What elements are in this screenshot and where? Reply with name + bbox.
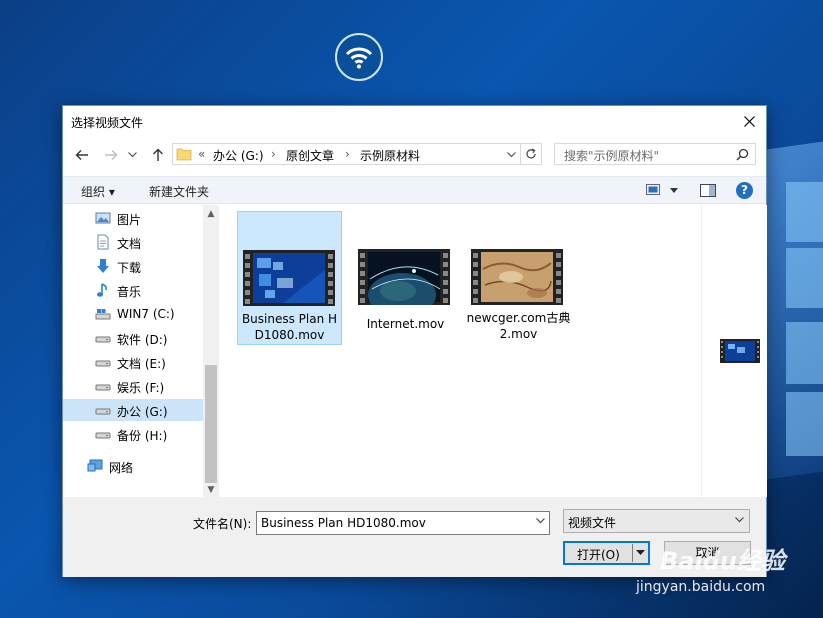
documents-icon bbox=[97, 234, 109, 250]
scroll-up-arrow-icon[interactable]: ▲ bbox=[206, 209, 216, 219]
dialog-title: 选择视频文件 bbox=[71, 116, 144, 130]
view-icon bbox=[646, 184, 660, 195]
filename-field[interactable]: Business Plan HD1080.mov bbox=[256, 511, 550, 535]
navigation-pane: 图片 文档 下载 音乐 WIN7 (C:) 软件 (D:) 文档 (E:) 娱乐… bbox=[63, 205, 219, 497]
address-overflow[interactable]: « bbox=[198, 147, 205, 161]
drive-icon bbox=[95, 408, 111, 415]
system-drive-icon bbox=[95, 309, 111, 320]
arrow-left-icon bbox=[75, 150, 88, 160]
search-box[interactable]: 搜索"示例原材料" bbox=[554, 143, 756, 165]
search-input[interactable]: 搜索"示例原材料" bbox=[564, 147, 659, 164]
file-item[interactable]: Business Plan HD1080.mov bbox=[237, 211, 342, 345]
caret-down-icon bbox=[670, 188, 678, 193]
filename-label: 文件名(N): bbox=[193, 517, 252, 531]
help-icon[interactable]: ? bbox=[736, 182, 753, 199]
file-item[interactable]: newcger.com古典2.mov bbox=[466, 211, 571, 345]
new-folder-button[interactable]: 新建文件夹 bbox=[149, 183, 209, 200]
breadcrumb-current[interactable]: 示例原材料 bbox=[360, 147, 420, 164]
scroll-down-arrow-icon[interactable]: ▼ bbox=[206, 485, 216, 495]
search-icon[interactable] bbox=[736, 148, 749, 161]
sidebar-item-drive-d[interactable]: 软件 (D:) bbox=[63, 327, 203, 349]
drive-icon bbox=[95, 384, 111, 391]
file-item[interactable]: Internet.mov bbox=[353, 211, 458, 345]
chevron-down-icon bbox=[127, 152, 137, 158]
sidebar-item-drive-h[interactable]: 备份 (H:) bbox=[63, 423, 203, 445]
preview-thumbnail bbox=[720, 339, 760, 363]
preview-pane-icon[interactable] bbox=[700, 184, 716, 197]
up-button[interactable] bbox=[148, 146, 168, 164]
sidebar-item-drive-g[interactable]: 办公 (G:) bbox=[63, 399, 203, 421]
drive-icon bbox=[95, 432, 111, 439]
refresh-button[interactable] bbox=[520, 143, 542, 165]
organize-menu[interactable]: 组织 ▾ bbox=[81, 183, 115, 200]
view-options-button[interactable] bbox=[646, 183, 680, 199]
sidebar-item-pictures[interactable]: 图片 bbox=[63, 207, 203, 229]
breadcrumb-separator[interactable]: › bbox=[271, 147, 276, 161]
file-name: Internet.mov bbox=[366, 317, 445, 331]
file-name: Business Plan HD1080.mov bbox=[241, 312, 338, 342]
desktop-window-pane bbox=[786, 182, 823, 242]
sidebar-item-drive-f[interactable]: 娱乐 (F:) bbox=[63, 375, 203, 397]
scrollbar-thumb[interactable] bbox=[205, 365, 217, 483]
sidebar-item-documents[interactable]: 文档 bbox=[63, 231, 203, 253]
desktop-window-pane bbox=[786, 322, 823, 384]
globe-video-thumbnail bbox=[358, 249, 450, 305]
blue-grid-video-thumbnail bbox=[243, 250, 335, 306]
wifi-icon[interactable] bbox=[335, 33, 383, 81]
desktop-window-pane bbox=[786, 392, 823, 456]
file-name: newcger.com古典2.mov bbox=[466, 311, 571, 341]
filetype-value: 视频文件 bbox=[568, 516, 617, 530]
sidebar-item-downloads[interactable]: 下载 bbox=[63, 255, 203, 277]
refresh-icon bbox=[526, 148, 536, 159]
drive-icon bbox=[95, 336, 111, 343]
watermark-url: jingyan.baidu.com bbox=[636, 579, 766, 595]
close-button[interactable] bbox=[732, 106, 766, 136]
command-toolbar: 组织 ▾ 新建文件夹 ? bbox=[63, 176, 766, 204]
breadcrumb-drive[interactable]: 办公 (G:) bbox=[213, 147, 264, 164]
watermark: Baidu经验 jingyan.baidu.com bbox=[636, 538, 816, 608]
sidebar-item-network[interactable]: 网络 bbox=[63, 455, 203, 477]
preview-pane bbox=[701, 205, 767, 497]
filename-value[interactable]: Business Plan HD1080.mov bbox=[261, 516, 426, 530]
arrow-up-icon bbox=[153, 148, 163, 161]
pictures-icon bbox=[95, 212, 111, 224]
sidebar-item-music[interactable]: 音乐 bbox=[63, 279, 203, 301]
drive-icon bbox=[95, 360, 111, 367]
chevron-down-icon bbox=[735, 517, 744, 523]
address-bar[interactable]: « 办公 (G:) › 原创文章 › 示例原材料 bbox=[172, 143, 521, 165]
download-icon bbox=[97, 259, 109, 273]
filetype-select[interactable]: 视频文件 bbox=[563, 509, 750, 533]
watermark-brand: Baidu经验 bbox=[660, 547, 785, 575]
file-list: Business Plan HD1080.mov Internet.mov ne… bbox=[220, 205, 700, 497]
breadcrumb-folder[interactable]: 原创文章 bbox=[286, 147, 334, 164]
sidebar-item-drive-e[interactable]: 文档 (E:) bbox=[63, 351, 203, 373]
recent-locations-button[interactable] bbox=[125, 146, 139, 164]
open-split-divider bbox=[632, 544, 633, 562]
music-icon bbox=[97, 283, 107, 297]
folder-icon bbox=[176, 148, 192, 161]
back-button[interactable] bbox=[72, 146, 92, 164]
sidebar-item-drive-c[interactable]: WIN7 (C:) bbox=[63, 303, 203, 325]
close-icon bbox=[743, 115, 755, 127]
arrow-right-icon bbox=[105, 150, 118, 160]
map-video-thumbnail bbox=[471, 249, 563, 305]
open-button-label: 打开(O) bbox=[577, 548, 620, 562]
title-bar: 选择视频文件 bbox=[63, 106, 766, 136]
chevron-down-icon[interactable] bbox=[536, 518, 545, 524]
file-open-dialog: 选择视频文件 « 办公 (G:) › 原创文章 › 示例原材料 搜索"示例原材料… bbox=[62, 105, 767, 577]
forward-button[interactable] bbox=[101, 146, 121, 164]
desktop-window-pane bbox=[786, 248, 823, 308]
chevron-down-icon[interactable] bbox=[507, 152, 516, 158]
navigation-scrollbar[interactable]: ▲ ▼ bbox=[203, 205, 219, 497]
breadcrumb-separator[interactable]: › bbox=[345, 147, 350, 161]
network-icon bbox=[87, 459, 103, 472]
